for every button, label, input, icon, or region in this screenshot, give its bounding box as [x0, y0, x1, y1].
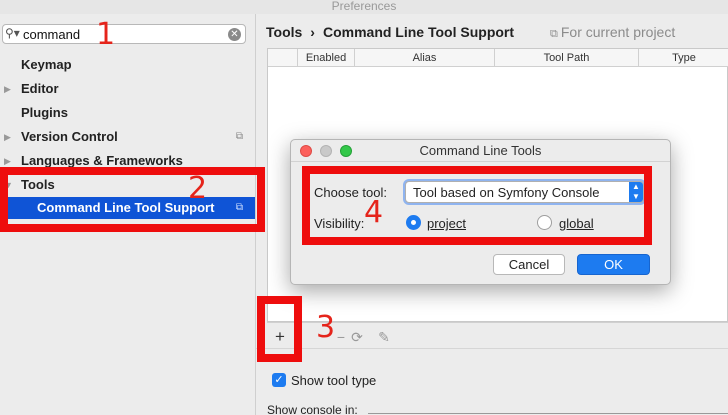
show-tool-type-label[interactable]: Show tool type	[291, 373, 376, 388]
tree-item-editor[interactable]: ▶ Editor	[0, 78, 255, 100]
annotation-box-2	[0, 167, 265, 232]
breadcrumb-separator: ›	[310, 24, 315, 40]
tree-item-version-control[interactable]: ▶ Version Control ⧉	[0, 126, 255, 148]
annotation-number-2: 2	[188, 171, 208, 206]
tree-item-label: Editor	[21, 81, 59, 96]
column-header-enabled[interactable]: Enabled	[298, 49, 355, 67]
show-console-in-dropdown[interactable]	[368, 413, 728, 414]
options-area: ✓ Show tool type Show console in:	[256, 348, 728, 415]
tree-item-plugins[interactable]: Plugins	[0, 102, 255, 124]
show-console-in-label: Show console in:	[267, 403, 358, 415]
column-header-alias[interactable]: Alias	[355, 49, 495, 67]
tree-item-label: Keymap	[21, 57, 72, 72]
scope-label: For current project	[560, 24, 676, 40]
tree-item-label: Version Control	[21, 129, 118, 144]
search-icon[interactable]: ⚲▾	[5, 26, 20, 40]
scope-indicator: ⧉ For current project	[550, 24, 675, 41]
edit-icon[interactable]: ✎	[374, 327, 394, 347]
window-title: Preferences	[0, 0, 728, 14]
annotation-box-3	[257, 296, 302, 362]
dialog-title: Command Line Tools	[291, 140, 670, 162]
ok-button[interactable]: OK	[577, 254, 650, 275]
column-header-type[interactable]: Type	[639, 49, 728, 67]
tree-item-label: Plugins	[21, 105, 68, 120]
search-field[interactable]: ⚲▾ command ✕	[2, 24, 246, 44]
column-header-spacer	[268, 49, 298, 67]
breadcrumb-parent[interactable]: Tools	[266, 24, 302, 40]
refresh-icon[interactable]: ⟳	[347, 327, 367, 347]
project-scope-icon: ⧉	[550, 28, 558, 40]
table-header: Enabled Alias Tool Path Type	[268, 49, 728, 67]
clear-search-icon[interactable]: ✕	[228, 28, 241, 41]
breadcrumb: Tools › Command Line Tool Support	[266, 24, 514, 40]
show-tool-type-checkbox[interactable]: ✓	[272, 373, 286, 387]
table-toolbar: + − ⟳ ✎	[267, 322, 728, 348]
expand-arrow-icon[interactable]: ▶	[4, 126, 11, 148]
annotation-number-1: 1	[96, 17, 116, 52]
column-header-tool-path[interactable]: Tool Path	[495, 49, 639, 67]
expand-arrow-icon[interactable]: ▶	[4, 78, 11, 100]
annotation-number-3: 3	[316, 310, 336, 345]
search-input[interactable]: command	[23, 27, 80, 42]
project-scope-icon: ⧉	[235, 131, 243, 142]
annotation-box-4	[302, 166, 652, 245]
annotation-number-4: 4	[364, 195, 384, 230]
tree-item-keymap[interactable]: Keymap	[0, 54, 255, 76]
cancel-button[interactable]: Cancel	[493, 254, 565, 275]
breadcrumb-current: Command Line Tool Support	[322, 24, 515, 40]
